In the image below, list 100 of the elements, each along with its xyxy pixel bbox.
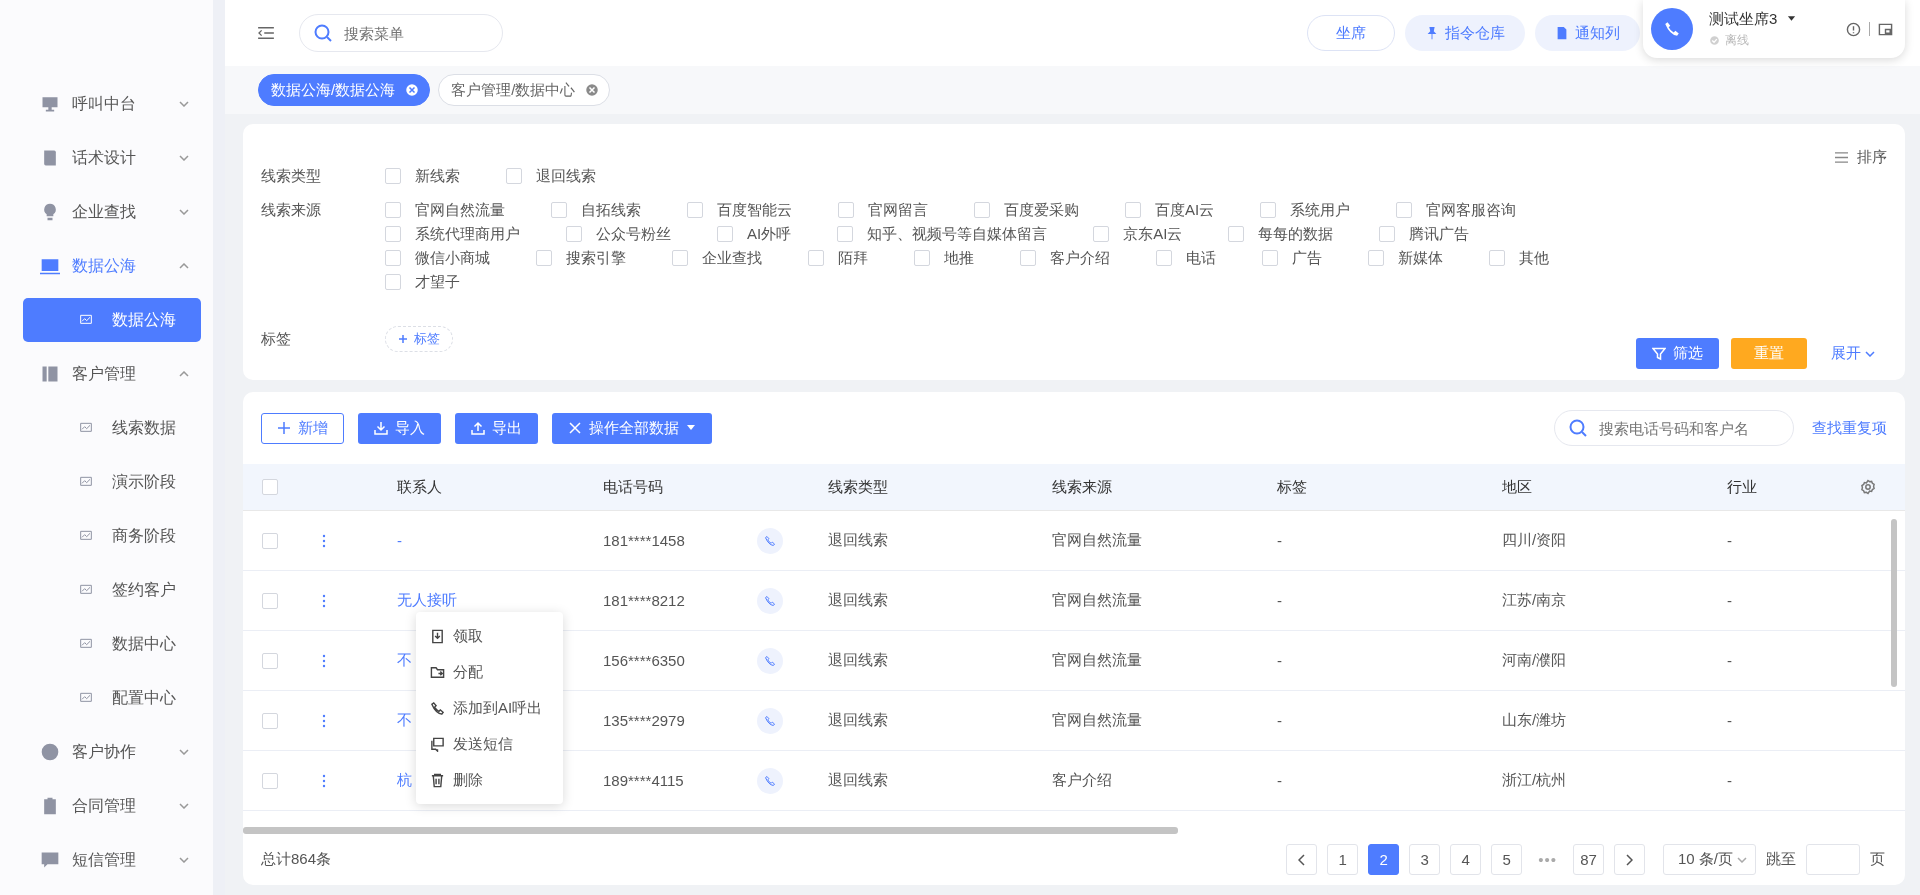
filter-option[interactable]: 腾讯广告 [1379, 222, 1470, 246]
checkbox[interactable] [385, 226, 401, 242]
sidebar-subitem[interactable]: 签约客户 [0, 563, 213, 617]
page-button[interactable]: 2 [1368, 844, 1400, 875]
previous-page-button[interactable] [1286, 844, 1318, 875]
checkbox[interactable] [262, 592, 278, 609]
page-tab[interactable]: 数据公海/数据公海 [258, 74, 431, 106]
filter-option[interactable]: 系统代理商用户 [385, 222, 520, 246]
filter-option[interactable]: 企业查找 [672, 246, 762, 270]
checkbox[interactable] [262, 652, 278, 669]
checkbox[interactable] [262, 532, 278, 549]
filter-option[interactable]: 自拓线索 [551, 198, 641, 222]
filter-option[interactable]: 才望子 [385, 270, 460, 294]
sidebar-item[interactable]: 呼叫中台 [0, 77, 213, 131]
sidebar-subitem[interactable]: 商务阶段 [0, 509, 213, 563]
filter-option[interactable]: 官网客服咨询 [1396, 198, 1517, 222]
checkbox[interactable] [506, 168, 522, 184]
contact-link[interactable]: 不 [397, 711, 412, 730]
checkbox[interactable] [551, 202, 567, 218]
page-button[interactable]: 5 [1491, 844, 1523, 875]
top-button[interactable]: 坐席 [1307, 15, 1395, 51]
toolbar-button[interactable]: 导出 [455, 412, 538, 444]
checkbox[interactable] [1260, 202, 1277, 218]
call-button[interactable] [757, 647, 783, 674]
filter-option[interactable]: 地推 [914, 246, 974, 270]
search-field[interactable]: 搜索电话号码和客户名 [1554, 410, 1794, 446]
sidebar-subitem[interactable]: 数据公海 [23, 298, 201, 342]
contact-link[interactable]: 杭 [397, 771, 412, 790]
sidebar-subitem[interactable]: 演示阶段 [0, 455, 213, 509]
checkbox[interactable] [1262, 250, 1278, 266]
checkbox[interactable] [837, 226, 854, 242]
more-icon[interactable] [322, 653, 326, 668]
checkbox[interactable] [717, 226, 733, 242]
more-icon[interactable] [322, 713, 326, 728]
filter-option[interactable]: 退回线索 [506, 164, 596, 188]
filter-option[interactable]: 其他 [1489, 246, 1549, 270]
checkbox[interactable] [536, 250, 552, 266]
menu-item[interactable]: 领取 [416, 618, 563, 654]
next-page-button[interactable] [1613, 844, 1645, 875]
find-duplicates-link[interactable]: 查找重复项 [1812, 418, 1887, 438]
menu-item[interactable]: 发送短信 [416, 726, 563, 762]
call-button[interactable] [757, 587, 783, 614]
sidebar-item[interactable]: 合同管理 [0, 779, 213, 833]
checkbox[interactable] [1125, 202, 1141, 218]
expand-link[interactable]: 展开 [1825, 343, 1881, 364]
sort-button[interactable]: 排序 [1834, 148, 1887, 167]
checkbox[interactable] [838, 202, 854, 218]
page-button[interactable]: 3 [1409, 844, 1441, 875]
more-icon[interactable] [322, 773, 326, 788]
checkbox[interactable] [687, 202, 703, 218]
menu-item[interactable]: 删除 [416, 762, 563, 798]
filter-option[interactable]: 客户介绍 [1020, 246, 1110, 270]
toolbar-button[interactable]: 操作全部数据 [552, 412, 712, 444]
settings-icon[interactable] [1860, 479, 1876, 495]
scrollbar[interactable] [1891, 519, 1897, 687]
menu-item[interactable]: 分配 [416, 654, 563, 690]
filter-option[interactable]: 新线索 [385, 164, 460, 188]
menu-icon[interactable] [257, 26, 275, 40]
page-tab[interactable]: 客户管理/数据中心 [438, 74, 611, 106]
filter-option[interactable]: 官网留言 [838, 198, 928, 222]
call-button[interactable] [757, 767, 783, 794]
sidebar-item[interactable]: 数据公海 [0, 239, 213, 293]
sidebar-item[interactable]: 企业查找 [0, 185, 213, 239]
checkbox[interactable] [1228, 226, 1245, 242]
filter-option[interactable]: 新媒体 [1368, 246, 1443, 270]
sidebar-subitem[interactable]: 线索数据 [0, 401, 213, 455]
sidebar-item[interactable]: 话术设计 [0, 131, 213, 185]
page-size-select[interactable]: 10 条/页 [1662, 844, 1756, 875]
contact-link[interactable]: - [397, 532, 402, 549]
sidebar-subitem[interactable]: 配置中心 [0, 671, 213, 725]
filter-option[interactable]: 微信小商城 [385, 246, 490, 270]
checkbox[interactable] [1020, 250, 1036, 266]
filter-option[interactable]: 百度智能云 [687, 198, 792, 222]
search-field[interactable]: 搜索菜单 [299, 14, 503, 52]
checkbox[interactable] [914, 250, 930, 266]
sidebar-subitem[interactable]: 数据中心 [0, 617, 213, 671]
filter-option[interactable]: AI外呼 [717, 222, 792, 246]
more-icon[interactable] [322, 593, 326, 608]
checkbox[interactable] [1156, 250, 1172, 266]
filter-option[interactable]: 搜索引擎 [536, 246, 626, 270]
checkbox[interactable] [262, 479, 278, 495]
filter-option[interactable]: 京东AI云 [1093, 222, 1183, 246]
filter-option[interactable]: 官网自然流量 [385, 198, 505, 222]
call-button[interactable] [757, 527, 783, 554]
filter-option[interactable]: 公众号粉丝 [566, 222, 671, 246]
checkbox[interactable] [262, 712, 278, 729]
checkbox[interactable] [385, 250, 401, 266]
call-button[interactable] [757, 707, 783, 734]
sidebar-item[interactable]: 短信管理 [0, 833, 213, 887]
checkbox[interactable] [1093, 226, 1110, 242]
checkbox[interactable] [672, 250, 688, 266]
page-button[interactable]: 1 [1327, 844, 1359, 875]
window-icon[interactable] [1878, 21, 1893, 37]
checkbox[interactable] [1368, 250, 1384, 266]
add-tag-button[interactable]: 标签 [385, 325, 453, 352]
scrollbar[interactable] [243, 827, 1178, 834]
page-button[interactable]: 87 [1572, 844, 1604, 875]
filter-option[interactable]: 每每的数据 [1228, 222, 1334, 246]
filter-option[interactable]: 百度AI云 [1125, 198, 1215, 222]
more-icon[interactable] [322, 533, 326, 548]
